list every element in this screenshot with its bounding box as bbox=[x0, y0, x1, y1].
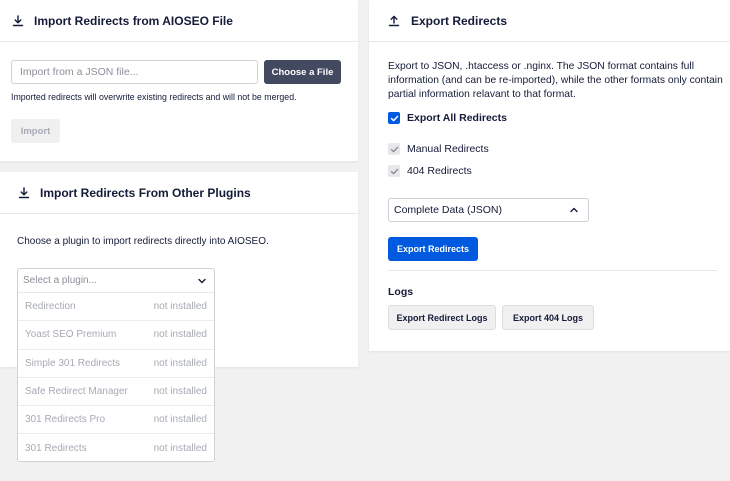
plugin-option-status: not installed bbox=[153, 329, 207, 341]
export-header: Export Redirects bbox=[369, 0, 730, 42]
export-redirects-card: Export Redirects Export to JSON, .htacce… bbox=[369, 0, 730, 351]
plugin-option-status: not installed bbox=[153, 357, 207, 369]
plugin-option[interactable]: Safe Redirect Manager not installed bbox=[18, 378, 214, 407]
manual-redirects-label: Manual Redirects bbox=[407, 143, 489, 155]
checkbox-checked-icon[interactable] bbox=[388, 112, 400, 124]
import-aioseo-header: Import Redirects from AIOSEO File bbox=[0, 0, 358, 42]
export-redirects-button[interactable]: Export Redirects bbox=[388, 237, 478, 261]
plugin-option-status: not installed bbox=[153, 301, 207, 313]
checkbox-checked-icon[interactable] bbox=[388, 165, 400, 177]
download-icon bbox=[18, 186, 30, 199]
plugin-option[interactable]: Simple 301 Redirects not installed bbox=[18, 350, 214, 378]
format-select-value: Complete Data (JSON) bbox=[394, 204, 502, 216]
plugin-option-name: Redirection bbox=[25, 301, 76, 313]
export-redirect-logs-button[interactable]: Export Redirect Logs bbox=[388, 305, 496, 330]
chevron-up-icon bbox=[570, 207, 578, 213]
import-plugins-title: Import Redirects From Other Plugins bbox=[40, 185, 251, 200]
plugin-option[interactable]: 301 Redirects Pro not installed bbox=[18, 406, 214, 435]
import-aioseo-title: Import Redirects from AIOSEO File bbox=[34, 13, 233, 28]
import-plugins-description: Choose a plugin to import redirects dire… bbox=[17, 236, 269, 247]
plugin-option-name: Yoast SEO Premium bbox=[25, 329, 117, 341]
plugin-select[interactable]: Select a plugin... bbox=[18, 269, 214, 293]
download-icon bbox=[12, 14, 24, 27]
plugin-option-status: not installed bbox=[153, 443, 207, 455]
plugin-option[interactable]: Yoast SEO Premium not installed bbox=[18, 321, 214, 350]
import-aioseo-card: Import Redirects from AIOSEO File Import… bbox=[0, 0, 358, 161]
choose-file-button[interactable]: Choose a File bbox=[264, 60, 341, 84]
json-file-input[interactable]: Import from a JSON file... bbox=[11, 60, 258, 84]
export-404-logs-button[interactable]: Export 404 Logs bbox=[502, 305, 594, 330]
logs-title: Logs bbox=[388, 286, 414, 298]
export-format-select[interactable]: Complete Data (JSON) bbox=[388, 198, 589, 222]
plugin-select-dropdown[interactable]: Select a plugin... Redirection not insta… bbox=[17, 268, 215, 462]
import-plugins-header: Import Redirects From Other Plugins bbox=[0, 172, 358, 214]
plugin-option-name: 301 Redirects bbox=[25, 443, 87, 455]
404-redirects-checkbox[interactable]: 404 Redirects bbox=[388, 165, 472, 177]
plugin-select-placeholder: Select a plugin... bbox=[23, 275, 97, 286]
import-overwrite-note: Imported redirects will overwrite existi… bbox=[11, 92, 297, 102]
404-redirects-label: 404 Redirects bbox=[407, 165, 472, 177]
export-title: Export Redirects bbox=[411, 13, 508, 28]
plugin-option-name: Safe Redirect Manager bbox=[25, 386, 128, 398]
plugin-option-status: not installed bbox=[153, 414, 207, 426]
plugin-option-name: Simple 301 Redirects bbox=[25, 357, 121, 369]
plugin-option-status: not installed bbox=[153, 386, 207, 398]
plugin-option-name: 301 Redirects Pro bbox=[25, 414, 106, 426]
export-all-checkbox[interactable]: Export All Redirects bbox=[388, 112, 507, 124]
import-button[interactable]: Import bbox=[11, 119, 60, 143]
export-description: Export to JSON, .htaccess or .nginx. The… bbox=[388, 61, 723, 100]
chevron-down-icon bbox=[198, 278, 206, 284]
plugin-option[interactable]: Redirection not installed bbox=[18, 293, 214, 322]
plugin-option[interactable]: 301 Redirects not installed bbox=[18, 434, 214, 461]
checkbox-checked-icon[interactable] bbox=[388, 143, 400, 155]
upload-icon bbox=[388, 15, 400, 27]
export-all-label: Export All Redirects bbox=[407, 112, 507, 124]
file-row: Import from a JSON file... Choose a File bbox=[11, 60, 341, 84]
manual-redirects-checkbox[interactable]: Manual Redirects bbox=[388, 143, 489, 155]
divider bbox=[388, 270, 717, 271]
